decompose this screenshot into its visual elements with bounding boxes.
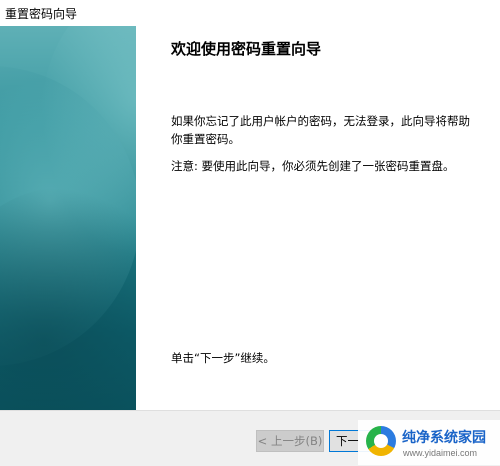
title-bar: 重置密码向导 — [0, 0, 500, 26]
watermark-name: 纯净系统家园 — [402, 430, 486, 446]
note-paragraph: 注意: 要使用此向导，你必须先创建了一张密码重置盘。 — [171, 159, 455, 173]
continue-instruction: 单击“下一步”继续。 — [171, 351, 275, 365]
wizard-banner-image — [0, 26, 136, 410]
watermark-logo-icon — [366, 426, 396, 456]
site-watermark: 纯净系统家园 www.yidaimei.com — [358, 420, 500, 465]
intro-paragraph: 如果你忘记了此用户帐户的密码，无法登录，此向导将帮助你重置密码。 — [171, 114, 470, 146]
window-title: 重置密码向导 — [5, 7, 78, 21]
watermark-url: www.yidaimei.com — [403, 448, 478, 458]
wizard-content: 欢迎使用密码重置向导 如果你忘记了此用户帐户的密码，无法登录，此向导将帮助你重置… — [136, 26, 500, 410]
wizard-heading: 欢迎使用密码重置向导 — [171, 40, 322, 58]
back-button[interactable]: < 上一步(B) — [256, 430, 324, 452]
banner-swirl-dark — [0, 186, 136, 410]
